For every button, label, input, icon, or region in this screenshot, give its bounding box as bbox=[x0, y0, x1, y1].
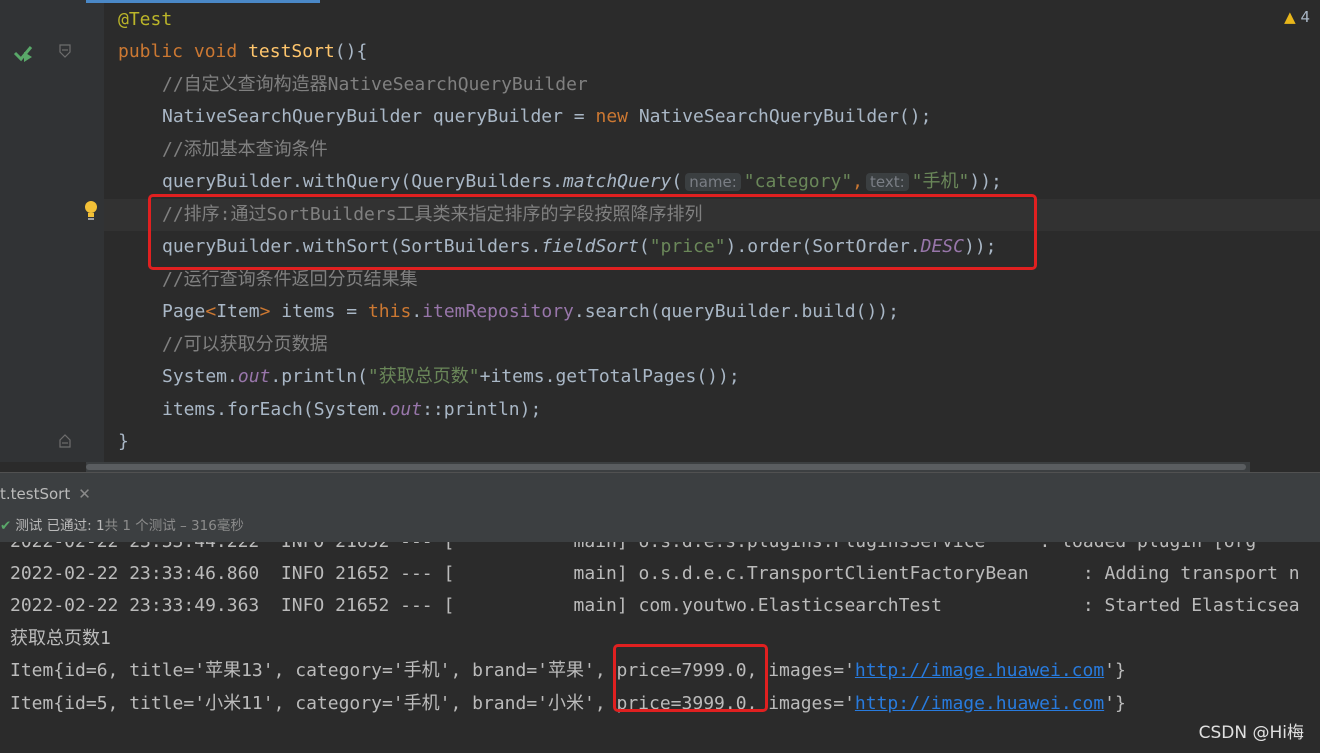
image-link[interactable]: http://image.huawei.com bbox=[855, 693, 1104, 714]
code-line: @Test bbox=[118, 9, 173, 30]
test-pass-text: 测试 已通过: 1 bbox=[15, 518, 105, 534]
warning-count: 4 bbox=[1300, 8, 1310, 26]
console-item-line: Item{id=5, title='小米11', category='手机', … bbox=[10, 693, 1126, 714]
code-line: } bbox=[118, 431, 129, 452]
console-line: 获取总页数1 bbox=[10, 628, 111, 649]
code-line: NativeSearchQueryBuilder queryBuilder = … bbox=[162, 106, 932, 127]
code-line: public void testSort(){ bbox=[118, 41, 368, 62]
test-detail-text: 共 1 个测试 – 316毫秒 bbox=[104, 518, 244, 534]
warning-icon: ▲ bbox=[1284, 8, 1296, 26]
highlight-box-sort-code bbox=[148, 194, 1037, 270]
warning-indicator[interactable]: ▲ 4 bbox=[1284, 8, 1310, 26]
run-tab-label: t.testSort bbox=[0, 485, 71, 503]
image-link[interactable]: http://image.huawei.com bbox=[855, 660, 1104, 681]
code-line: Page<Item> items = this.itemRepository.s… bbox=[162, 301, 899, 322]
intention-bulb-icon[interactable] bbox=[83, 200, 99, 222]
fold-method-icon[interactable] bbox=[59, 44, 71, 58]
check-icon: ✔ bbox=[0, 518, 12, 534]
test-status-bar: ✔ 测试 已通过: 1共 1 个测试 – 316毫秒 bbox=[0, 512, 1320, 542]
code-comment: //可以获取分页数据 bbox=[162, 334, 328, 355]
run-test-icon[interactable] bbox=[12, 42, 34, 64]
watermark: CSDN @Hi梅 bbox=[1198, 723, 1304, 743]
code-editor[interactable]: ▲ 4 @Test public void testSort(){ //自定义查… bbox=[0, 0, 1320, 462]
scrollbar-thumb[interactable] bbox=[86, 464, 1246, 470]
console-output[interactable]: 2022-02-22 23:33:44.222 INFO 21652 --- [… bbox=[0, 542, 1320, 753]
run-tool-window-header: t.testSort ✕ bbox=[0, 472, 1320, 513]
code-comment: //自定义查询构造器NativeSearchQueryBuilder bbox=[162, 74, 588, 95]
console-line: 2022-02-22 23:33:44.222 INFO 21652 --- [… bbox=[10, 542, 1256, 558]
editor-tab-indicator bbox=[86, 0, 320, 3]
editor-horizontal-scrollbar[interactable] bbox=[86, 462, 1250, 472]
console-line: 2022-02-22 23:33:49.363 INFO 21652 --- [… bbox=[10, 595, 1300, 616]
close-tab-icon[interactable]: ✕ bbox=[78, 485, 91, 503]
console-item-line: Item{id=6, title='苹果13', category='手机', … bbox=[10, 660, 1126, 681]
run-tab[interactable]: t.testSort ✕ bbox=[0, 485, 91, 503]
fold-end-icon[interactable] bbox=[59, 434, 71, 448]
code-comment: //添加基本查询条件 bbox=[162, 139, 328, 160]
console-line: 2022-02-22 23:33:46.860 INFO 21652 --- [… bbox=[10, 563, 1300, 584]
code-line: System.out.println("获取总页数"+items.getTota… bbox=[162, 366, 740, 387]
editor-gutter bbox=[0, 0, 104, 462]
code-line: items.forEach(System.out::println); bbox=[162, 399, 542, 420]
highlight-box-price bbox=[613, 644, 768, 712]
